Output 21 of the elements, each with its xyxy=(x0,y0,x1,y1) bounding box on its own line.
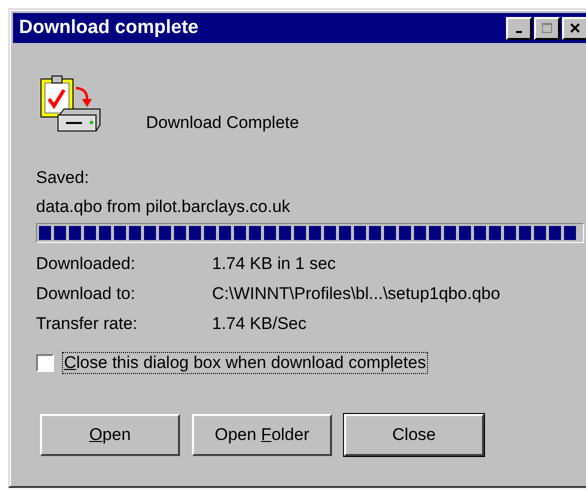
window-title: Download complete xyxy=(19,17,198,39)
detail-value: C:\WINNT\Profiles\bl...\setup1qbo.qbo xyxy=(212,284,502,304)
status-heading: Download Complete xyxy=(146,113,300,133)
detail-value: 1.74 KB in 1 sec xyxy=(212,254,337,274)
dialog-button[interactable]: Open Folder xyxy=(192,414,332,456)
minimize-button[interactable] xyxy=(506,16,532,40)
close-icon xyxy=(569,22,581,34)
minimize-icon xyxy=(516,31,522,33)
close-button[interactable] xyxy=(562,16,586,40)
maximize-button[interactable] xyxy=(534,16,560,40)
maximize-icon xyxy=(541,22,553,34)
detail-value: 1.74 KB/Sec xyxy=(212,314,308,334)
checkbox-label[interactable]: Close this dialog box when download completes xyxy=(62,352,428,374)
detail-label: Transfer rate: xyxy=(36,314,138,334)
saved-file-text: data.qbo from pilot.barclays.co.uk xyxy=(36,197,292,217)
saved-label: Saved: xyxy=(36,168,90,188)
detail-label: Downloaded: xyxy=(36,254,136,274)
detail-label: Download to: xyxy=(36,284,136,304)
checkbox[interactable] xyxy=(36,354,54,372)
dialog-button[interactable]: Close xyxy=(344,414,484,456)
dialog-button[interactable]: Open xyxy=(40,414,180,456)
